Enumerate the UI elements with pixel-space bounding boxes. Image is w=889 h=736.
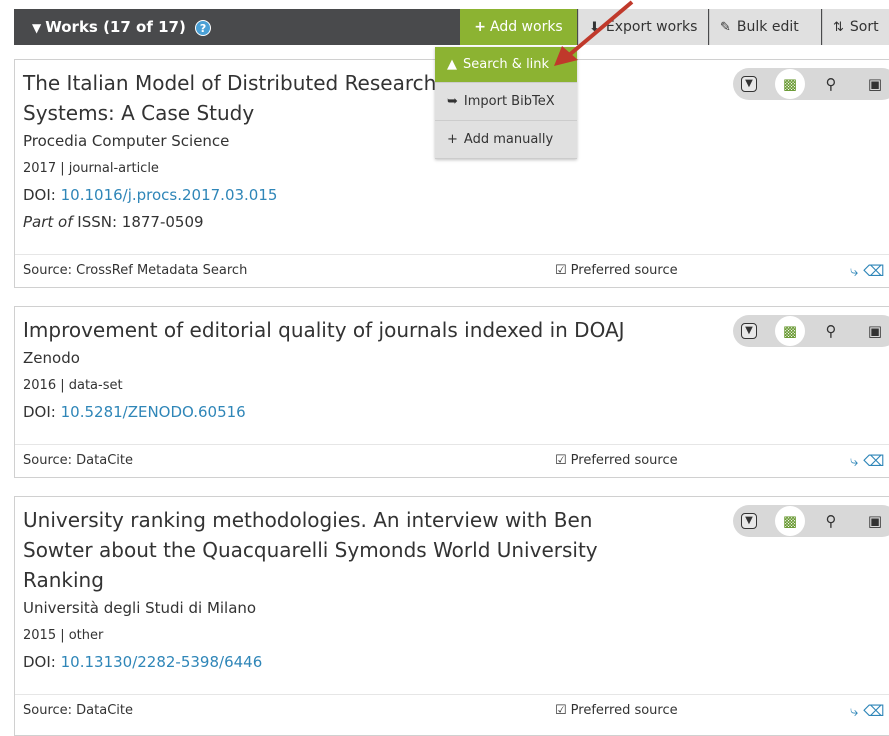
work-source: Source: DataCite [23,453,133,468]
doi-label: DOI: [23,186,56,204]
branch-icon[interactable]: ⤷ [850,452,858,470]
footer-actions: ⤷ ⌫ [850,695,884,727]
import-icon: ➥ [447,94,458,109]
trusted-parties-icon[interactable]: ▩ [775,69,805,99]
menu-item-add-manually[interactable]: + Add manually [435,121,577,159]
work-footer: Source: CrossRef Metadata Search ☑ Prefer… [15,254,889,287]
works-title-label: Works (17 of 17) [45,18,186,36]
work-title: University ranking methodologies. An int… [23,508,598,592]
doi-label: DOI: [23,653,56,671]
sort-icon: ⇅ [833,20,844,35]
visibility-selector: ▼ ▩ ⚲ ▣ [733,315,889,347]
preferred-source: ☑ Preferred source [555,695,678,727]
doi-link[interactable]: 10.1016/j.procs.2017.03.015 [61,186,278,204]
menu-item-label: Add manually [463,132,554,147]
work-part-of: Part of ISSN: 1877-0509 [23,209,886,236]
doi-link[interactable]: 10.5281/ZENODO.60516 [61,403,246,421]
preferred-label: Preferred source [570,703,678,718]
work-footer: Source: DataCite ☑ Preferred source ⤷ ⌫ [15,694,889,727]
branch-icon[interactable]: ⤷ [850,702,858,720]
check-icon: ☑ [555,263,567,278]
sort-label: Sort [849,19,879,35]
key-icon[interactable]: ⚲ [819,509,843,533]
work-card: University ranking methodologies. An int… [14,496,889,736]
annotation-arrow-icon [554,0,634,66]
works-header: ▼ Works (17 of 17) ? + Add works ⬇ Export w… [14,9,889,45]
work-meta: 2017 | journal-article [23,161,159,176]
branch-icon[interactable]: ⤷ [850,262,858,280]
work-doi: DOI: 10.13130/2282-5398/6446 [23,649,886,676]
visibility-dropdown-icon[interactable]: ▼ [741,76,757,92]
doi-label: DOI: [23,403,56,421]
work-meta: 2015 | other [23,628,104,643]
footer-actions: ⤷ ⌫ [850,255,884,287]
search-link-icon: ▲ [447,57,457,72]
work-doi: DOI: 10.5281/ZENODO.60516 [23,399,886,426]
work-footer: Source: DataCite ☑ Preferred source ⤷ ⌫ [15,444,889,477]
help-icon[interactable]: ? [195,19,212,36]
delete-icon[interactable]: ⌫ [863,702,884,720]
lock-icon[interactable]: ▣ [863,72,887,96]
bulk-edit-button[interactable]: ✎ Bulk edit [709,9,821,45]
work-meta: 2016 | data-set [23,378,123,393]
part-of-label: Part of [23,213,73,231]
footer-actions: ⤷ ⌫ [850,445,884,477]
work-title: Improvement of editorial quality of jour… [23,318,625,342]
visibility-dropdown-icon[interactable]: ▼ [741,513,757,529]
lock-icon[interactable]: ▣ [863,319,887,343]
trusted-parties-icon[interactable]: ▩ [775,316,805,346]
visibility-selector: ▼ ▩ ⚲ ▣ [733,68,889,100]
works-toggle[interactable]: ▼ Works (17 of 17) ? [32,9,212,45]
plus-icon: + [474,19,486,35]
pencil-icon: ✎ [720,20,731,35]
menu-item-label: Search & link [463,57,550,72]
preferred-label: Preferred source [570,453,678,468]
preferred-label: Preferred source [570,263,678,278]
chevron-down-icon: ▼ [32,21,42,35]
key-icon[interactable]: ⚲ [819,72,843,96]
key-icon[interactable]: ⚲ [819,319,843,343]
menu-item-label: Import BibTeX [463,94,555,109]
delete-icon[interactable]: ⌫ [863,262,884,280]
work-journal: Zenodo [23,349,80,367]
work-source: Source: DataCite [23,703,133,718]
menu-item-import-bibtex[interactable]: ➥ Import BibTeX [435,83,577,121]
preferred-source: ☑ Preferred source [555,255,678,287]
check-icon: ☑ [555,703,567,718]
check-icon: ☑ [555,453,567,468]
doi-link[interactable]: 10.13130/2282-5398/6446 [61,653,263,671]
work-doi: DOI: 10.1016/j.procs.2017.03.015 [23,182,886,209]
trusted-parties-icon[interactable]: ▩ [775,506,805,536]
work-journal: Università degli Studi di Milano [23,599,257,617]
work-source: Source: CrossRef Metadata Search [23,263,248,278]
visibility-selector: ▼ ▩ ⚲ ▣ [733,505,889,537]
visibility-dropdown-icon[interactable]: ▼ [741,323,757,339]
work-card: Improvement of editorial quality of jour… [14,306,889,478]
sort-button[interactable]: ⇅ Sort [822,9,889,45]
work-issn: ISSN: 1877-0509 [77,213,204,231]
delete-icon[interactable]: ⌫ [863,452,884,470]
bulk-edit-label: Bulk edit [736,19,799,35]
lock-icon[interactable]: ▣ [863,509,887,533]
plus-icon: + [447,132,458,147]
preferred-source: ☑ Preferred source [555,445,678,477]
